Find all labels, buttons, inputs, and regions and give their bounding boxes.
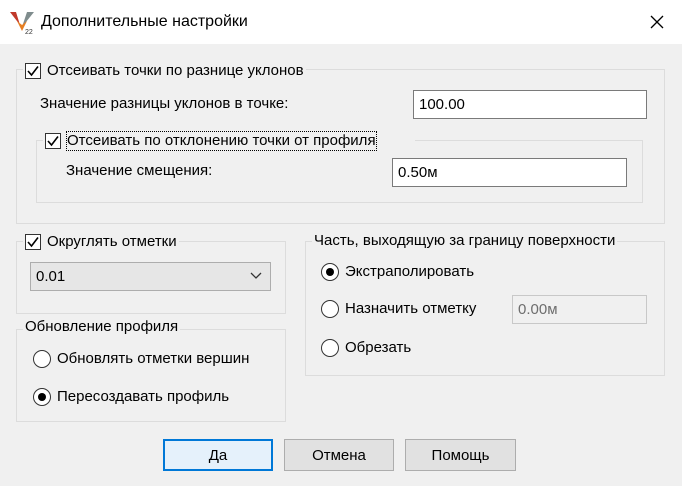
- profile-update-title: Обновление профиля: [23, 318, 181, 336]
- radio-button[interactable]: [321, 300, 339, 318]
- chevron-down-icon: [250, 272, 262, 279]
- radio-button[interactable]: [33, 350, 51, 368]
- round-precision-value: 0.01: [36, 268, 66, 285]
- window-title: Дополнительные настройки: [41, 13, 248, 30]
- radio-button[interactable]: [321, 339, 339, 357]
- option-label: Назначить отметку: [345, 300, 477, 317]
- round-checkbox[interactable]: [25, 234, 41, 250]
- deviation-legend: Отсеивать по отклонению точки от профиля: [43, 131, 415, 151]
- round-precision-select[interactable]: 0.01: [30, 262, 271, 291]
- deviation-checkbox[interactable]: [45, 133, 61, 149]
- deviation-label: Отсеивать по отклонению точки от профиля: [66, 131, 377, 151]
- checkmark-icon: [47, 136, 59, 147]
- radio-button[interactable]: [321, 263, 339, 281]
- slope-value-text: 100.00: [419, 96, 465, 113]
- option-label: Пересоздавать профиль: [57, 388, 230, 405]
- outside-option-assign[interactable]: Назначить отметку: [321, 300, 476, 318]
- checkmark-icon: [27, 237, 39, 248]
- close-button[interactable]: [640, 6, 674, 38]
- filter-slope-legend: Отсеивать точки по разнице уклонов: [23, 62, 306, 80]
- profile-update-option-0[interactable]: Обновлять отметки вершин: [33, 350, 273, 368]
- close-icon: [650, 15, 664, 29]
- option-label: Обрезать: [345, 339, 412, 356]
- slope-value-label: Значение разницы уклонов в точке:: [40, 95, 289, 112]
- offset-input[interactable]: 0.50м: [392, 158, 627, 187]
- radio-button[interactable]: [33, 388, 51, 406]
- outside-option-extrapolate[interactable]: Экстраполировать: [321, 263, 474, 281]
- app-logo-icon: 22: [8, 9, 36, 36]
- option-label: Экстраполировать: [345, 263, 475, 280]
- elevation-value-text: 0.00м: [518, 301, 558, 318]
- offset-label: Значение смещения:: [66, 162, 213, 179]
- round-label: Округлять отметки: [47, 233, 177, 250]
- app-icon-badge: 22: [25, 29, 33, 35]
- filter-slope-label: Отсеивать точки по разнице уклонов: [47, 62, 304, 79]
- round-legend: Округлять отметки: [23, 233, 179, 251]
- profile-update-option-1[interactable]: Пересоздавать профиль: [33, 388, 273, 406]
- checkmark-icon: [27, 66, 39, 77]
- elevation-input[interactable]: 0.00м: [512, 295, 647, 324]
- filter-slope-checkbox[interactable]: [25, 63, 41, 79]
- offset-value-text: 0.50м: [398, 164, 438, 181]
- cancel-button[interactable]: Отмена: [284, 439, 394, 471]
- option-label: Обновлять отметки вершин: [57, 350, 250, 367]
- help-button[interactable]: Помощь: [405, 439, 516, 471]
- outside-option-trim[interactable]: Обрезать: [321, 339, 411, 357]
- outside-surface-title: Часть, выходящую за границу поверхности: [312, 232, 618, 250]
- ok-button[interactable]: Да: [163, 439, 273, 471]
- profile-update-group: [16, 329, 286, 422]
- slope-value-input[interactable]: 100.00: [413, 90, 647, 119]
